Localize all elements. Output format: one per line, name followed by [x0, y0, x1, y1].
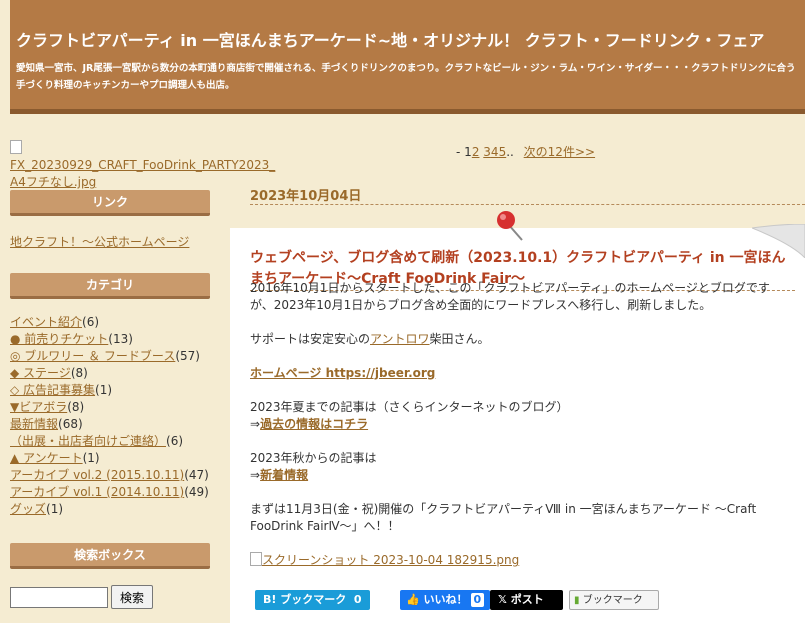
list-item[interactable]: グッズ(1)	[10, 501, 225, 518]
category-count: (47)	[184, 468, 209, 482]
post-date: 2023年10月04日	[250, 185, 805, 205]
category-count: (1)	[95, 383, 113, 397]
x-logo-icon: 𝕏	[498, 593, 507, 606]
closing-paragraph: まずは11月3日(金・祝)開催の「クラフトビアパーティⅧ in 一宮ほんまちアー…	[250, 502, 757, 533]
pager-link[interactable]: 4	[491, 145, 499, 159]
category-link[interactable]: ▼ビアボラ	[10, 400, 67, 414]
hatena-label: B! ブックマーク	[263, 593, 347, 606]
thumbs-up-icon: 👍	[406, 593, 420, 606]
links-heading: リンク	[10, 190, 210, 216]
list-item[interactable]: 最新情報(68)	[10, 416, 225, 433]
list-item[interactable]: ◇ 広告記事募集(1)	[10, 382, 225, 399]
search-button[interactable]: 検索	[111, 585, 153, 609]
list-item[interactable]: イベント紹介(6)	[10, 314, 225, 331]
fb-count: 0	[470, 593, 485, 607]
category-link[interactable]: （出展・出店者向けご連絡）	[10, 434, 166, 448]
old-posts-text: 2023年夏までの記事は（さくらインターネットのブログ）	[250, 400, 569, 414]
category-link[interactable]: イベント紹介	[10, 315, 82, 329]
bookmark-button[interactable]: ▮ ブックマーク	[569, 590, 659, 610]
site-description: 愛知県一宮市、JR尾張一宮駅から数分の本町通り商店街で開催される、手づくりドリン…	[16, 63, 796, 91]
pager-link[interactable]: 2	[472, 145, 480, 159]
category-count: (6)	[166, 434, 184, 448]
list-item[interactable]: アーカイブ vol.1 (2014.10.11)(49)	[10, 484, 225, 501]
broken-image-icon	[10, 140, 22, 154]
arrow-glyph: ⇒	[250, 468, 261, 482]
bookmark-label: ブックマーク	[582, 595, 643, 606]
post-image[interactable]: スクリーンショット 2023-10-04 182915.png	[250, 552, 770, 569]
category-link[interactable]: ◆ ステージ	[10, 366, 71, 380]
x-post-button[interactable]: 𝕏 ポスト	[490, 590, 563, 610]
pager-next-link[interactable]: 次の12件>>	[524, 145, 595, 159]
pager-link[interactable]: 3	[483, 145, 491, 159]
official-site-link[interactable]: 地クラフト！～公式ホームページ	[10, 233, 189, 250]
category-count: (13)	[108, 332, 133, 346]
pager-ellipsis: ..	[506, 145, 514, 159]
list-item[interactable]: ◆ ステージ(8)	[10, 365, 225, 382]
arrow-glyph: ⇒	[250, 417, 261, 431]
category-link[interactable]: グッズ	[10, 502, 46, 516]
support-line: サポートは安定安心のアントロワ柴田さん。	[250, 331, 770, 348]
pushpin-icon	[497, 211, 523, 241]
category-link[interactable]: ● 前売りチケット	[10, 332, 108, 346]
category-count: (1)	[82, 451, 100, 465]
category-count: (1)	[46, 502, 64, 516]
hatena-count: 0	[353, 593, 362, 606]
support-prefix: サポートは安定安心の	[250, 332, 371, 346]
list-item[interactable]: （出展・出店者向けご連絡）(6)	[10, 433, 225, 450]
category-count: (8)	[70, 366, 88, 380]
list-item[interactable]: ◎ ブルワリー ＆ フードブース(57)	[10, 348, 225, 365]
x-label: ポスト	[510, 593, 544, 606]
category-link[interactable]: 最新情報	[10, 417, 58, 431]
category-count: (8)	[67, 400, 85, 414]
category-list: イベント紹介(6) ● 前売りチケット(13) ◎ ブルワリー ＆ フードブース…	[10, 314, 225, 518]
category-link[interactable]: アーカイブ vol.1 (2014.10.11)	[10, 485, 184, 499]
category-count: (57)	[175, 349, 200, 363]
homepage-link[interactable]: ホームページ https://jbeer.org	[250, 366, 435, 380]
homepage-line: ホームページ https://jbeer.org	[250, 365, 770, 382]
new-posts-text: 2023年秋からの記事は	[250, 451, 377, 465]
pager-prefix: -	[456, 145, 461, 159]
old-posts-line: 2023年夏までの記事は（さくらインターネットのブログ） ⇒過去の情報はコチラ	[250, 399, 770, 433]
antroi-link[interactable]: アントロワ	[370, 332, 430, 346]
old-posts-link[interactable]: 過去の情報はコチラ	[260, 417, 368, 431]
bookmark-icon: ▮	[574, 595, 580, 606]
post-image-link[interactable]: スクリーンショット 2023-10-04 182915.png	[262, 553, 519, 567]
category-count: (49)	[184, 485, 209, 499]
category-count: (6)	[82, 315, 100, 329]
list-item[interactable]: ▼ビアボラ(8)	[10, 399, 225, 416]
category-link[interactable]: ◇ 広告記事募集	[10, 383, 95, 397]
hatena-bookmark-button[interactable]: B! ブックマーク 0	[255, 590, 370, 610]
broken-image-icon	[250, 552, 262, 566]
site-header: クラフトビアパーティ in 一宮ほんまちアーケード~地・オリジナル！ クラフト・…	[10, 0, 805, 114]
pager-current: 1	[464, 145, 472, 159]
category-count: (68)	[58, 417, 83, 431]
banner-image[interactable]: FX_20230929_CRAFT_FooDrink_PARTY2023_A4フ…	[10, 140, 280, 191]
list-item[interactable]: ● 前売りチケット(13)	[10, 331, 225, 348]
fb-label: いいね！	[423, 593, 468, 606]
post-body: 2016年10月1日からスタートした、この「クラフトビアパーティ」のホームページ…	[250, 280, 770, 569]
facebook-like-button[interactable]: 👍 いいね！ 0	[400, 590, 490, 610]
categories-heading: カテゴリ	[10, 273, 210, 299]
banner-image-alt: FX_20230929_CRAFT_FooDrink_PARTY2023_A4フ…	[10, 158, 276, 189]
category-link[interactable]: アーカイブ vol.2 (2015.10.11)	[10, 468, 184, 482]
new-posts-link[interactable]: 新着情報	[260, 468, 308, 482]
new-posts-line: 2023年秋からの記事は ⇒新着情報	[250, 450, 770, 484]
pagination: - 12 345.. 次の12件>>	[456, 143, 595, 160]
list-item[interactable]: ▲ アンケート(1)	[10, 450, 225, 467]
search-input[interactable]	[10, 587, 108, 608]
category-link[interactable]: ▲ アンケート	[10, 451, 83, 465]
site-title[interactable]: クラフトビアパーティ in 一宮ほんまちアーケード~地・オリジナル！ クラフト・…	[16, 27, 764, 51]
category-link[interactable]: ◎ ブルワリー ＆ フードブース	[10, 349, 175, 363]
search-heading: 検索ボックス	[10, 543, 210, 569]
support-suffix: 柴田さん。	[429, 332, 490, 346]
post-paragraph: 2016年10月1日からスタートした、この「クラフトビアパーティ」のホームページ…	[250, 281, 770, 312]
list-item[interactable]: アーカイブ vol.2 (2015.10.11)(47)	[10, 467, 225, 484]
